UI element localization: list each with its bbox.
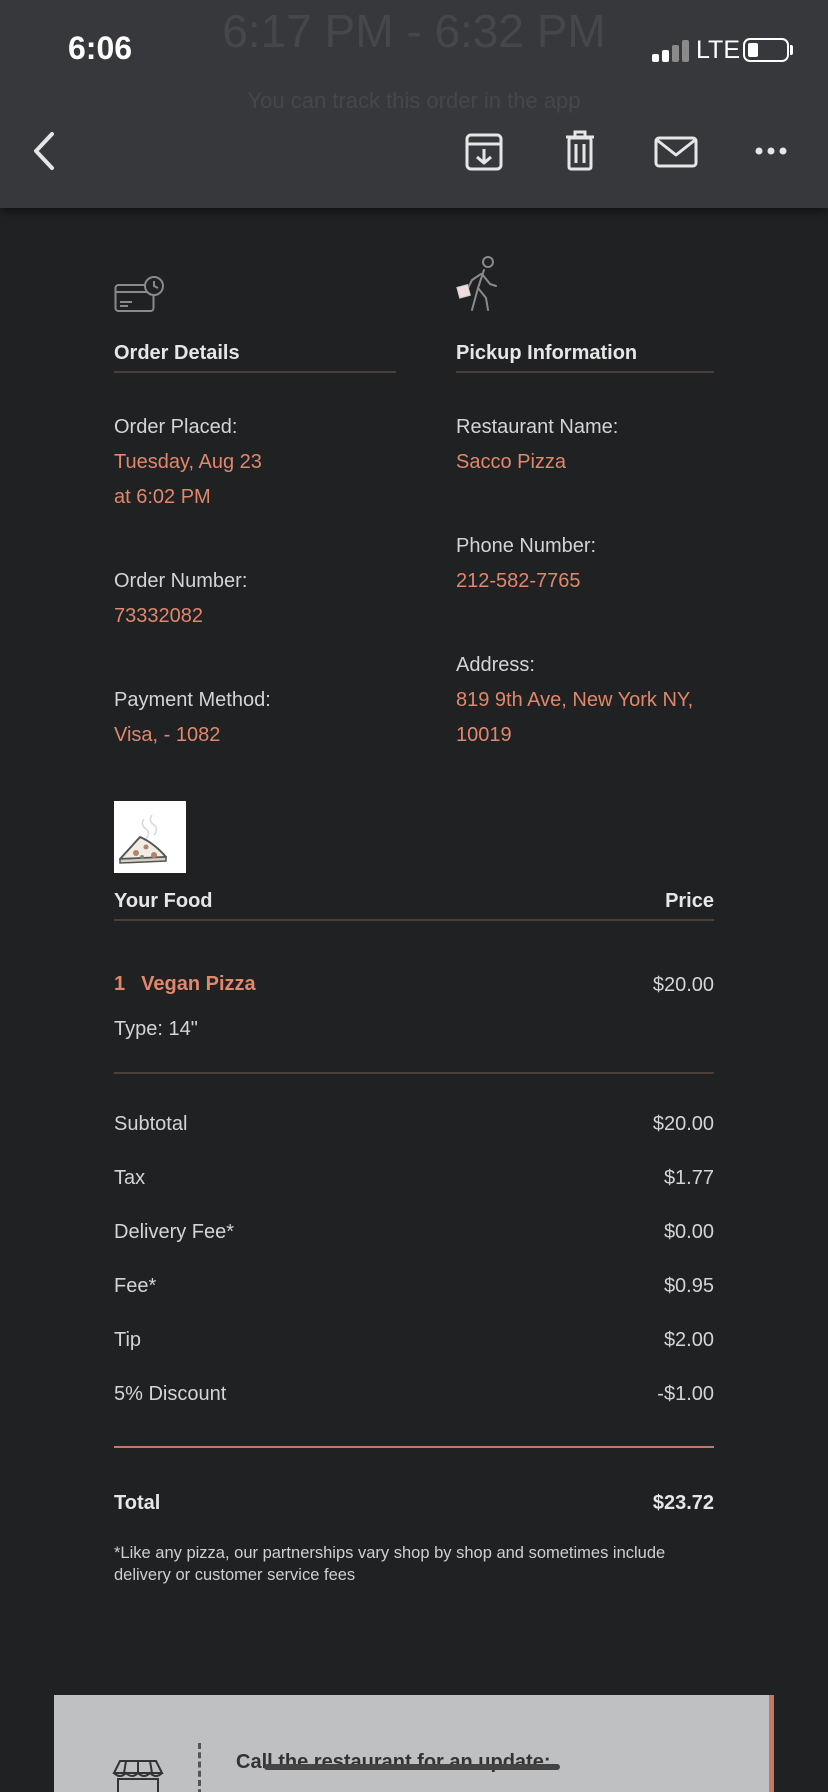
trash-icon[interactable] xyxy=(564,130,596,172)
pickup-divider xyxy=(456,371,714,373)
subtotal-label: Subtotal xyxy=(114,1113,188,1135)
signal-icon xyxy=(652,38,690,62)
address-label: Address: xyxy=(456,654,535,676)
card-divider xyxy=(198,1743,201,1792)
address-line-1[interactable]: 819 9th Ave, New York NY, xyxy=(456,683,693,718)
food-divider xyxy=(114,919,714,921)
total-label: Total xyxy=(114,1492,161,1514)
food-item: 1 Vegan Pizza xyxy=(114,973,256,996)
item-quantity: 1 xyxy=(114,973,126,995)
background-subtitle: You can track this order in the app xyxy=(247,88,581,113)
payment-method-value: Visa, - 1082 xyxy=(114,724,221,746)
phone-number-label: Phone Number: xyxy=(456,535,597,557)
battery-icon xyxy=(743,38,789,62)
network-type: LTE xyxy=(696,36,740,64)
credit-card-clock-icon xyxy=(114,276,166,319)
delivery-fee-value: $0.00 xyxy=(663,1221,714,1243)
item-price: $20.00 xyxy=(652,974,714,996)
email-body[interactable]: Order Details Order Placed: Tuesday, Aug… xyxy=(0,0,828,1792)
mail-toolbar: 6:17 PM - 6:32 PM You can track this ord… xyxy=(0,0,828,208)
pickup-information-heading: Pickup Information xyxy=(456,342,638,364)
order-placed-time: at 6:02 PM xyxy=(114,486,211,508)
discount-label: 5% Discount xyxy=(114,1383,227,1405)
fee-footnote: *Like any pizza, our partnerships vary s… xyxy=(114,1544,666,1584)
update-card: Call the restaurant for an update: xyxy=(54,1695,774,1792)
fee-label: Fee* xyxy=(114,1275,157,1297)
phone-number-link[interactable]: 212-582-7765 xyxy=(456,564,581,599)
walking-person-icon xyxy=(454,254,502,319)
item-type: Type: 14" xyxy=(114,1018,198,1040)
tip-label: Tip xyxy=(114,1329,142,1351)
back-chevron-icon[interactable] xyxy=(28,130,60,172)
total-value: $23.72 xyxy=(652,1492,714,1514)
tax-value: $1.77 xyxy=(663,1167,714,1189)
tax-label: Tax xyxy=(114,1167,146,1189)
price-heading: Price xyxy=(665,890,714,912)
archive-icon[interactable] xyxy=(464,132,504,172)
tip-value: $2.00 xyxy=(663,1329,714,1351)
your-food-heading: Your Food xyxy=(114,890,213,912)
address-line-2[interactable]: 10019 xyxy=(456,718,512,753)
pizza-slice-icon xyxy=(114,801,186,873)
more-icon[interactable] xyxy=(754,144,788,158)
restaurant-name-value: Sacco Pizza xyxy=(456,451,567,473)
discount-value: -$1.00 xyxy=(657,1383,714,1405)
order-placed-date: Tuesday, Aug 23 xyxy=(114,451,262,473)
item-name: Vegan Pizza xyxy=(141,973,256,995)
storefront-icon xyxy=(112,1759,164,1792)
redaction-bar xyxy=(264,1764,560,1770)
order-details-divider xyxy=(114,371,396,373)
order-placed-label: Order Placed: xyxy=(114,416,238,438)
total-divider xyxy=(114,1446,714,1448)
subtotal-value: $20.00 xyxy=(652,1113,714,1135)
order-number-value: 73332082 xyxy=(114,605,203,627)
battery-tip xyxy=(790,45,793,55)
call-restaurant-text: Call the restaurant for an update: xyxy=(236,1751,551,1773)
restaurant-name-label: Restaurant Name: xyxy=(456,416,619,438)
mail-icon[interactable] xyxy=(654,136,698,168)
delivery-fee-label: Delivery Fee* xyxy=(114,1221,235,1243)
payment-method-label: Payment Method: xyxy=(114,689,271,711)
fee-value: $0.95 xyxy=(663,1275,714,1297)
order-number-label: Order Number: xyxy=(114,570,248,592)
order-details-heading: Order Details xyxy=(114,342,240,364)
email-screen: Order Details Order Placed: Tuesday, Aug… xyxy=(0,0,828,1792)
item-divider xyxy=(114,1072,714,1074)
status-time: 6:06 xyxy=(68,30,133,66)
